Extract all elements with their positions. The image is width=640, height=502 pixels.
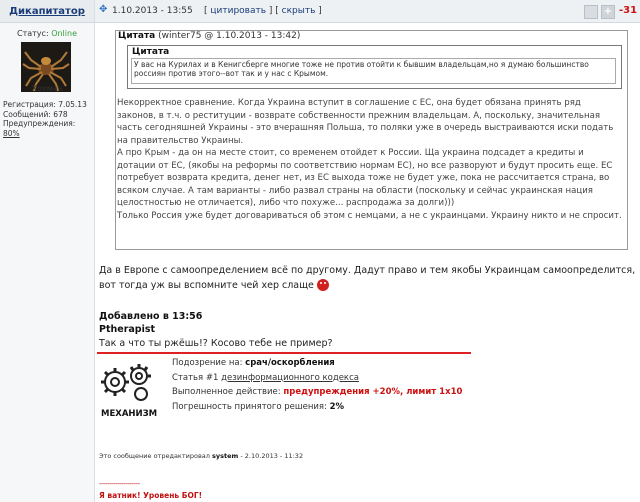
user-panel-header: Дикапитатор	[0, 0, 94, 23]
post-link-icon[interactable]: ✥	[99, 4, 107, 15]
quote-body: Некорректное сравнение. Когда Украина вс…	[117, 97, 622, 222]
post-text: Да в Европе с самоопределением всё по др…	[99, 263, 639, 293]
reputation-value: -31	[619, 5, 638, 16]
suspicion-value: срач/оскорбления	[245, 358, 335, 368]
quote-link[interactable]: цитировать	[210, 6, 266, 16]
smiley-icon	[316, 279, 329, 291]
user-panel: Дикапитатор Статус: Online Хохмач Регист…	[0, 0, 95, 502]
error-value: 2%	[329, 401, 345, 412]
article-link[interactable]: дезинформационного кодекса	[221, 373, 359, 383]
edit-suffix: - 2.10.2013 - 11:32	[240, 452, 304, 460]
signature-divider: --------------------	[99, 480, 140, 488]
signature: Я ватник! Уровень БОГ!	[99, 491, 203, 500]
username-link[interactable]: Дикапитатор	[9, 6, 85, 17]
quote-header: Цитата (winter75 @ 1.10.2013 - 13:42)	[118, 31, 300, 41]
quote-paragraph: Некорректное сравнение. Когда Украина вс…	[117, 98, 614, 146]
post-actions: [ цитировать ] [ скрыть ]	[204, 6, 322, 16]
user-status: Статус: Online	[0, 29, 94, 38]
article-prefix: Статья #1	[172, 372, 219, 383]
reg-label: Регистрация:	[3, 100, 56, 109]
status-label: Статус:	[17, 29, 49, 38]
warn-label: Предупреждения:	[3, 119, 76, 128]
post-date: 1.10.2013 - 13:55	[112, 6, 193, 16]
moderation-label: МЕХАНИЗМ	[101, 409, 158, 419]
error-label: Погрешность принятого решения:	[172, 401, 327, 412]
quote-meta: (winter75 @ 1.10.2013 - 13:42)	[158, 31, 301, 41]
status-value: Online	[51, 29, 77, 38]
moderation-block: МЕХАНИЗМ Подозрение на: срач/оскорбления…	[99, 354, 479, 422]
action-label: Выполненное действие:	[172, 387, 281, 397]
added-heading: Добавлено в 13:56	[99, 311, 203, 322]
minus-rep-button[interactable]	[584, 5, 598, 19]
hide-link[interactable]: скрыть	[282, 6, 316, 16]
moderation-details: Подозрение на: срач/оскорбления Статья #…	[172, 356, 462, 414]
edit-user: system	[212, 452, 239, 460]
posts-value: 678	[53, 109, 68, 119]
edit-prefix: Это сообщение отредактировал	[99, 452, 210, 460]
nested-quote-block: Цитата У вас на Курилах и в Кенигсберге …	[127, 45, 622, 89]
quote-title: Цитата	[118, 31, 156, 41]
nested-quote-title: Цитата	[132, 47, 170, 57]
warn-value-link[interactable]: 80%	[3, 129, 20, 138]
nested-quote-text: У вас на Курилах и в Кенигсберге многие …	[131, 58, 616, 84]
action-value: предупреждения +20%, лимит 1x10	[283, 387, 463, 397]
user-rank: Хохмач	[31, 84, 63, 93]
post-text-content: Да в Европе с самоопределением всё по др…	[99, 265, 636, 291]
quote-paragraph: Только Россия уже будет договариваться о…	[117, 210, 622, 221]
posts-label: Сообщений:	[3, 109, 51, 119]
added-author: Ptherapist	[99, 324, 156, 335]
gears-icon	[101, 364, 151, 401]
edit-note: Это сообщение отредактировал system - 2.…	[99, 452, 303, 460]
plus-rep-button[interactable]: +	[601, 5, 615, 19]
reg-value: 7.05.13	[58, 100, 87, 109]
quote-paragraph: А про Крым - да он на месте стоит, со вр…	[117, 148, 613, 208]
added-text: Так а что ты ржёшь!? Косово тебе не прим…	[99, 338, 333, 349]
user-info: Регистрация: 7.05.13 Сообщений: 678 Пред…	[3, 100, 94, 138]
suspicion-label: Подозрение на:	[172, 358, 243, 368]
post-header: ✥ 1.10.2013 - 13:55 [ цитировать ] [ скр…	[95, 0, 640, 23]
